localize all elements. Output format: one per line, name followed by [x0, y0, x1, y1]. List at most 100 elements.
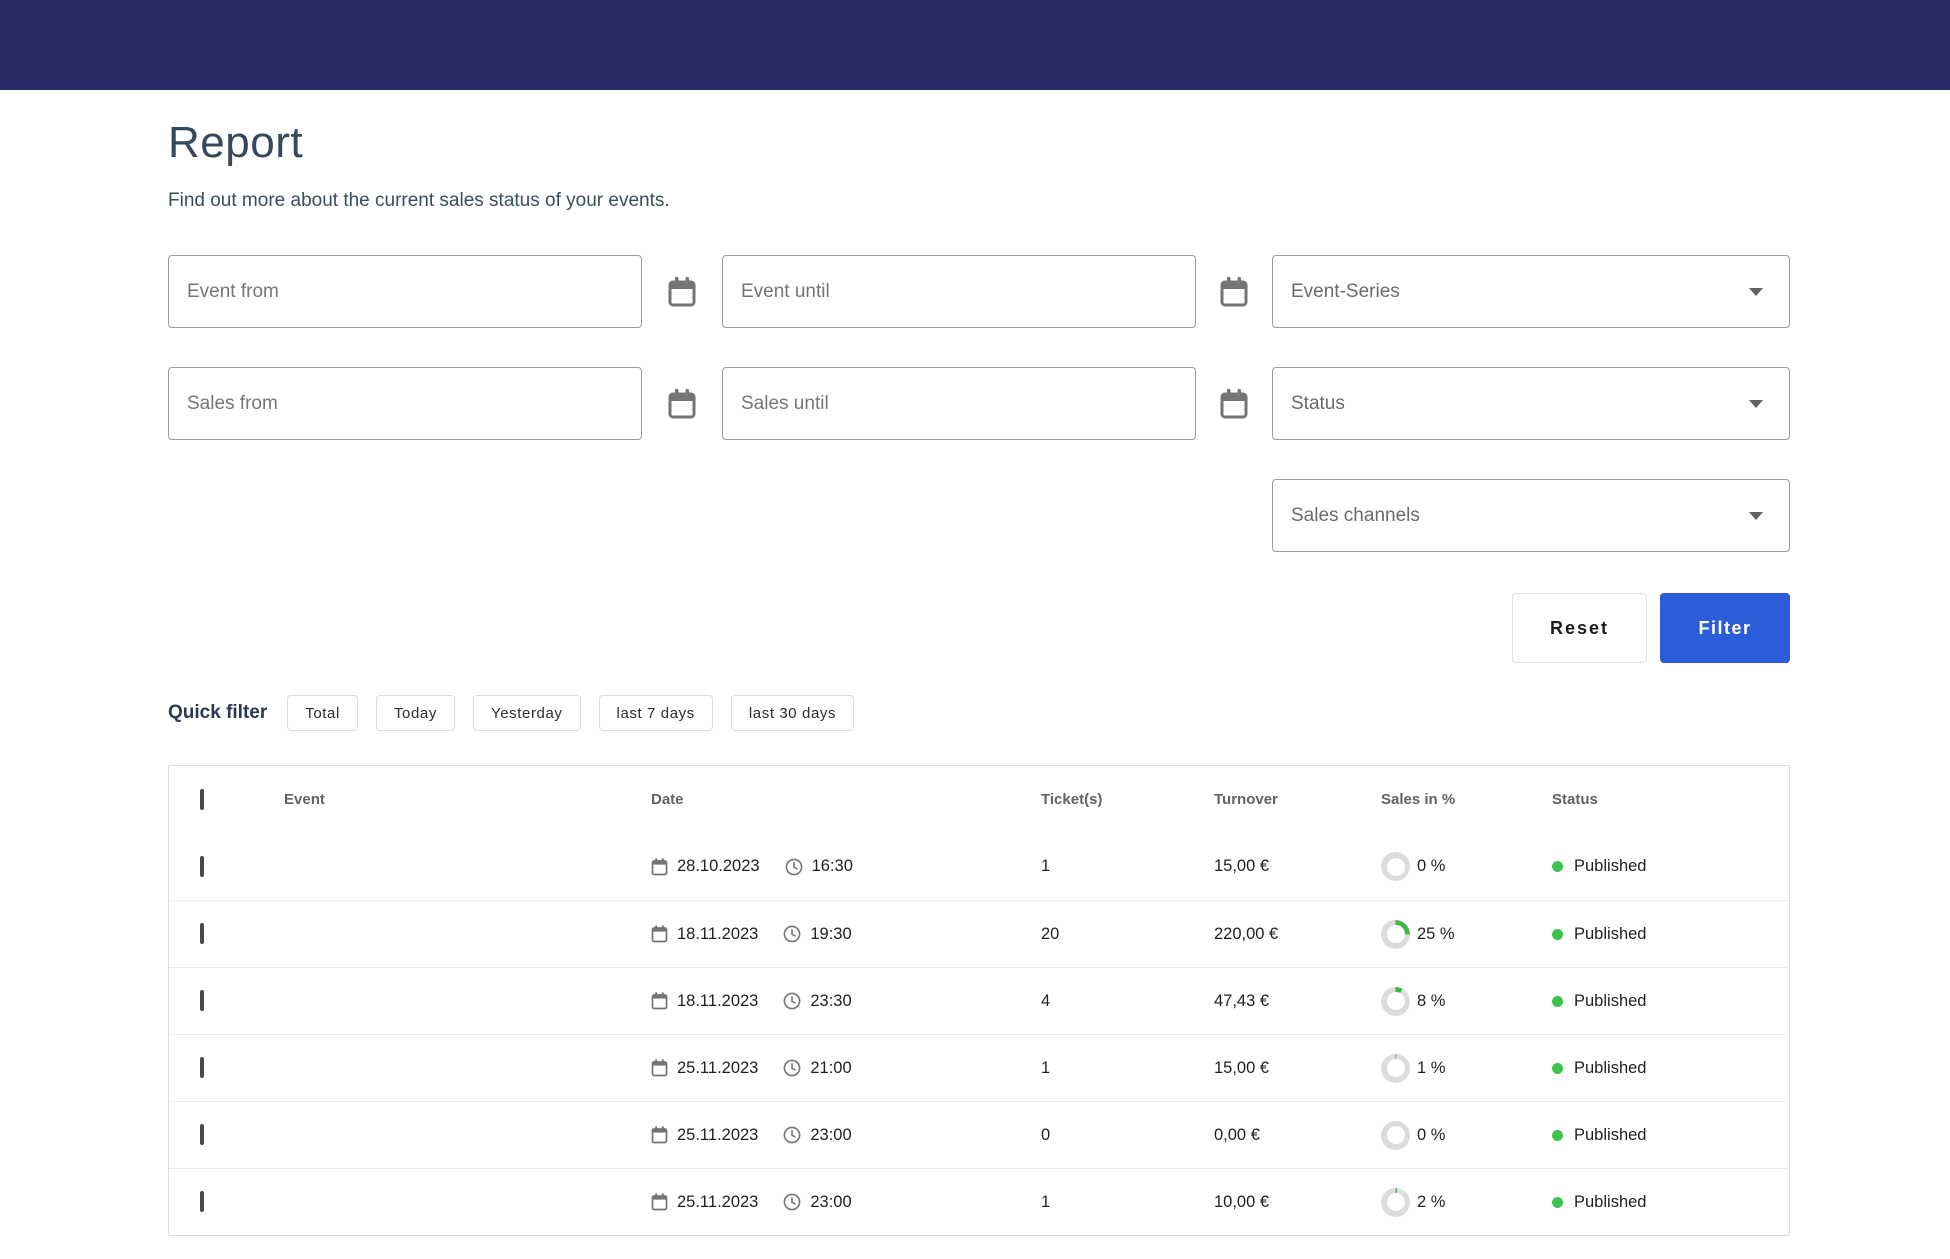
sales-progress-donut: [1381, 987, 1410, 1016]
page-title: Report: [168, 118, 1790, 168]
column-header-tickets: Ticket(s): [1041, 791, 1214, 808]
table-row[interactable]: 25.11.2023 23:00 1 10,00 € 2 % Published: [169, 1168, 1789, 1235]
event-time: 23:00: [810, 1193, 851, 1212]
column-header-status: Status: [1552, 791, 1789, 808]
turnover-value: 15,00 €: [1214, 857, 1381, 876]
status-dot-icon: [1552, 861, 1563, 872]
calendar-icon[interactable]: [1196, 276, 1272, 308]
sales-percentage: 25 %: [1417, 925, 1455, 944]
status-dot-icon: [1552, 996, 1563, 1007]
sales-from-input[interactable]: [168, 367, 642, 440]
calendar-icon[interactable]: [1196, 388, 1272, 420]
turnover-value: 220,00 €: [1214, 925, 1381, 944]
tickets-count: 1: [1041, 1193, 1214, 1212]
clock-icon: [783, 992, 801, 1010]
event-date: 28.10.2023: [677, 857, 760, 876]
status-label: Published: [1574, 1193, 1646, 1212]
column-header-event: Event: [284, 791, 651, 808]
event-date: 25.11.2023: [677, 1193, 758, 1212]
table-row[interactable]: 18.11.2023 19:30 20 220,00 € 25 % Publis…: [169, 900, 1789, 967]
filter-button[interactable]: Filter: [1660, 593, 1790, 663]
event-from-input[interactable]: [168, 255, 642, 328]
clock-icon: [783, 925, 801, 943]
row-checkbox[interactable]: [200, 1191, 204, 1212]
filter-form: Event-Series Status: [168, 255, 1790, 591]
turnover-value: 47,43 €: [1214, 992, 1381, 1011]
event-time: 21:00: [810, 1059, 851, 1078]
tickets-count: 1: [1041, 857, 1214, 876]
sales-percentage: 1 %: [1417, 1059, 1445, 1078]
reset-button[interactable]: Reset: [1512, 593, 1647, 663]
sales-progress-donut: [1381, 1188, 1410, 1217]
quick-filter-label: Quick filter: [168, 702, 267, 724]
sales-channels-select[interactable]: Sales channels: [1272, 479, 1790, 552]
status-dot-icon: [1552, 1063, 1563, 1074]
calendar-icon: [651, 1126, 668, 1144]
event-date: 25.11.2023: [677, 1126, 758, 1145]
row-checkbox[interactable]: [200, 990, 204, 1011]
sales-channels-select-label: Sales channels: [1291, 505, 1420, 527]
event-time: 16:30: [812, 857, 853, 876]
events-report-table: Event Date Ticket(s) Turnover Sales in %…: [168, 765, 1790, 1236]
sales-progress-donut: [1381, 1121, 1410, 1150]
turnover-value: 0,00 €: [1214, 1126, 1381, 1145]
quick-filter-chip-yesterday[interactable]: Yesterday: [473, 695, 581, 731]
event-until-input[interactable]: [722, 255, 1196, 328]
quick-filter-chip-last-7-days[interactable]: last 7 days: [599, 695, 713, 731]
chevron-down-icon: [1749, 512, 1763, 520]
tickets-count: 0: [1041, 1126, 1214, 1145]
status-label: Published: [1574, 925, 1646, 944]
calendar-icon: [651, 858, 668, 876]
sales-progress-donut: [1381, 852, 1410, 881]
calendar-icon: [651, 1193, 668, 1211]
status-dot-icon: [1552, 929, 1563, 940]
report-page: Report Find out more about the current s…: [0, 118, 1950, 1236]
sales-percentage: 0 %: [1417, 1126, 1445, 1145]
status-select-label: Status: [1291, 393, 1345, 415]
event-date: 18.11.2023: [677, 925, 758, 944]
event-series-select-label: Event-Series: [1291, 281, 1400, 303]
event-series-select[interactable]: Event-Series: [1272, 255, 1790, 328]
clock-icon: [783, 1126, 801, 1144]
calendar-icon: [651, 925, 668, 943]
calendar-icon: [651, 1059, 668, 1077]
sales-until-input[interactable]: [722, 367, 1196, 440]
top-navigation-bar: [0, 0, 1950, 90]
row-checkbox[interactable]: [200, 1124, 204, 1145]
sales-percentage: 2 %: [1417, 1193, 1445, 1212]
event-date: 18.11.2023: [677, 992, 758, 1011]
event-time: 19:30: [810, 925, 851, 944]
sales-progress-donut: [1381, 1054, 1410, 1083]
row-checkbox[interactable]: [200, 1057, 204, 1078]
status-select[interactable]: Status: [1272, 367, 1790, 440]
quick-filter-bar: Quick filter Total Today Yesterday last 7 d…: [168, 695, 1790, 731]
event-date: 25.11.2023: [677, 1059, 758, 1078]
quick-filter-chip-last-30-days[interactable]: last 30 days: [731, 695, 854, 731]
column-header-sales: Sales in %: [1381, 791, 1552, 808]
row-checkbox[interactable]: [200, 856, 204, 877]
sales-percentage: 8 %: [1417, 992, 1445, 1011]
table-row[interactable]: 18.11.2023 23:30 4 47,43 € 8 % Published: [169, 967, 1789, 1034]
table-row[interactable]: 28.10.2023 16:30 1 15,00 € 0 % Published: [169, 833, 1789, 900]
status-label: Published: [1574, 1059, 1646, 1078]
row-checkbox[interactable]: [200, 923, 204, 944]
sales-percentage: 0 %: [1417, 857, 1445, 876]
table-row[interactable]: 25.11.2023 21:00 1 15,00 € 1 % Published: [169, 1034, 1789, 1101]
filter-actions: Reset Filter: [168, 593, 1790, 663]
status-dot-icon: [1552, 1130, 1563, 1141]
event-time: 23:30: [810, 992, 851, 1011]
event-time: 23:00: [810, 1126, 851, 1145]
column-header-date: Date: [651, 791, 1041, 808]
select-all-checkbox[interactable]: [200, 789, 204, 810]
calendar-icon[interactable]: [642, 388, 722, 420]
sales-progress-donut: [1381, 920, 1410, 949]
quick-filter-chip-total[interactable]: Total: [287, 695, 358, 731]
turnover-value: 15,00 €: [1214, 1059, 1381, 1078]
calendar-icon[interactable]: [642, 276, 722, 308]
status-dot-icon: [1552, 1197, 1563, 1208]
table-row[interactable]: 25.11.2023 23:00 0 0,00 € 0 % Published: [169, 1101, 1789, 1168]
tickets-count: 4: [1041, 992, 1214, 1011]
quick-filter-chip-today[interactable]: Today: [376, 695, 455, 731]
status-label: Published: [1574, 992, 1646, 1011]
tickets-count: 20: [1041, 925, 1214, 944]
